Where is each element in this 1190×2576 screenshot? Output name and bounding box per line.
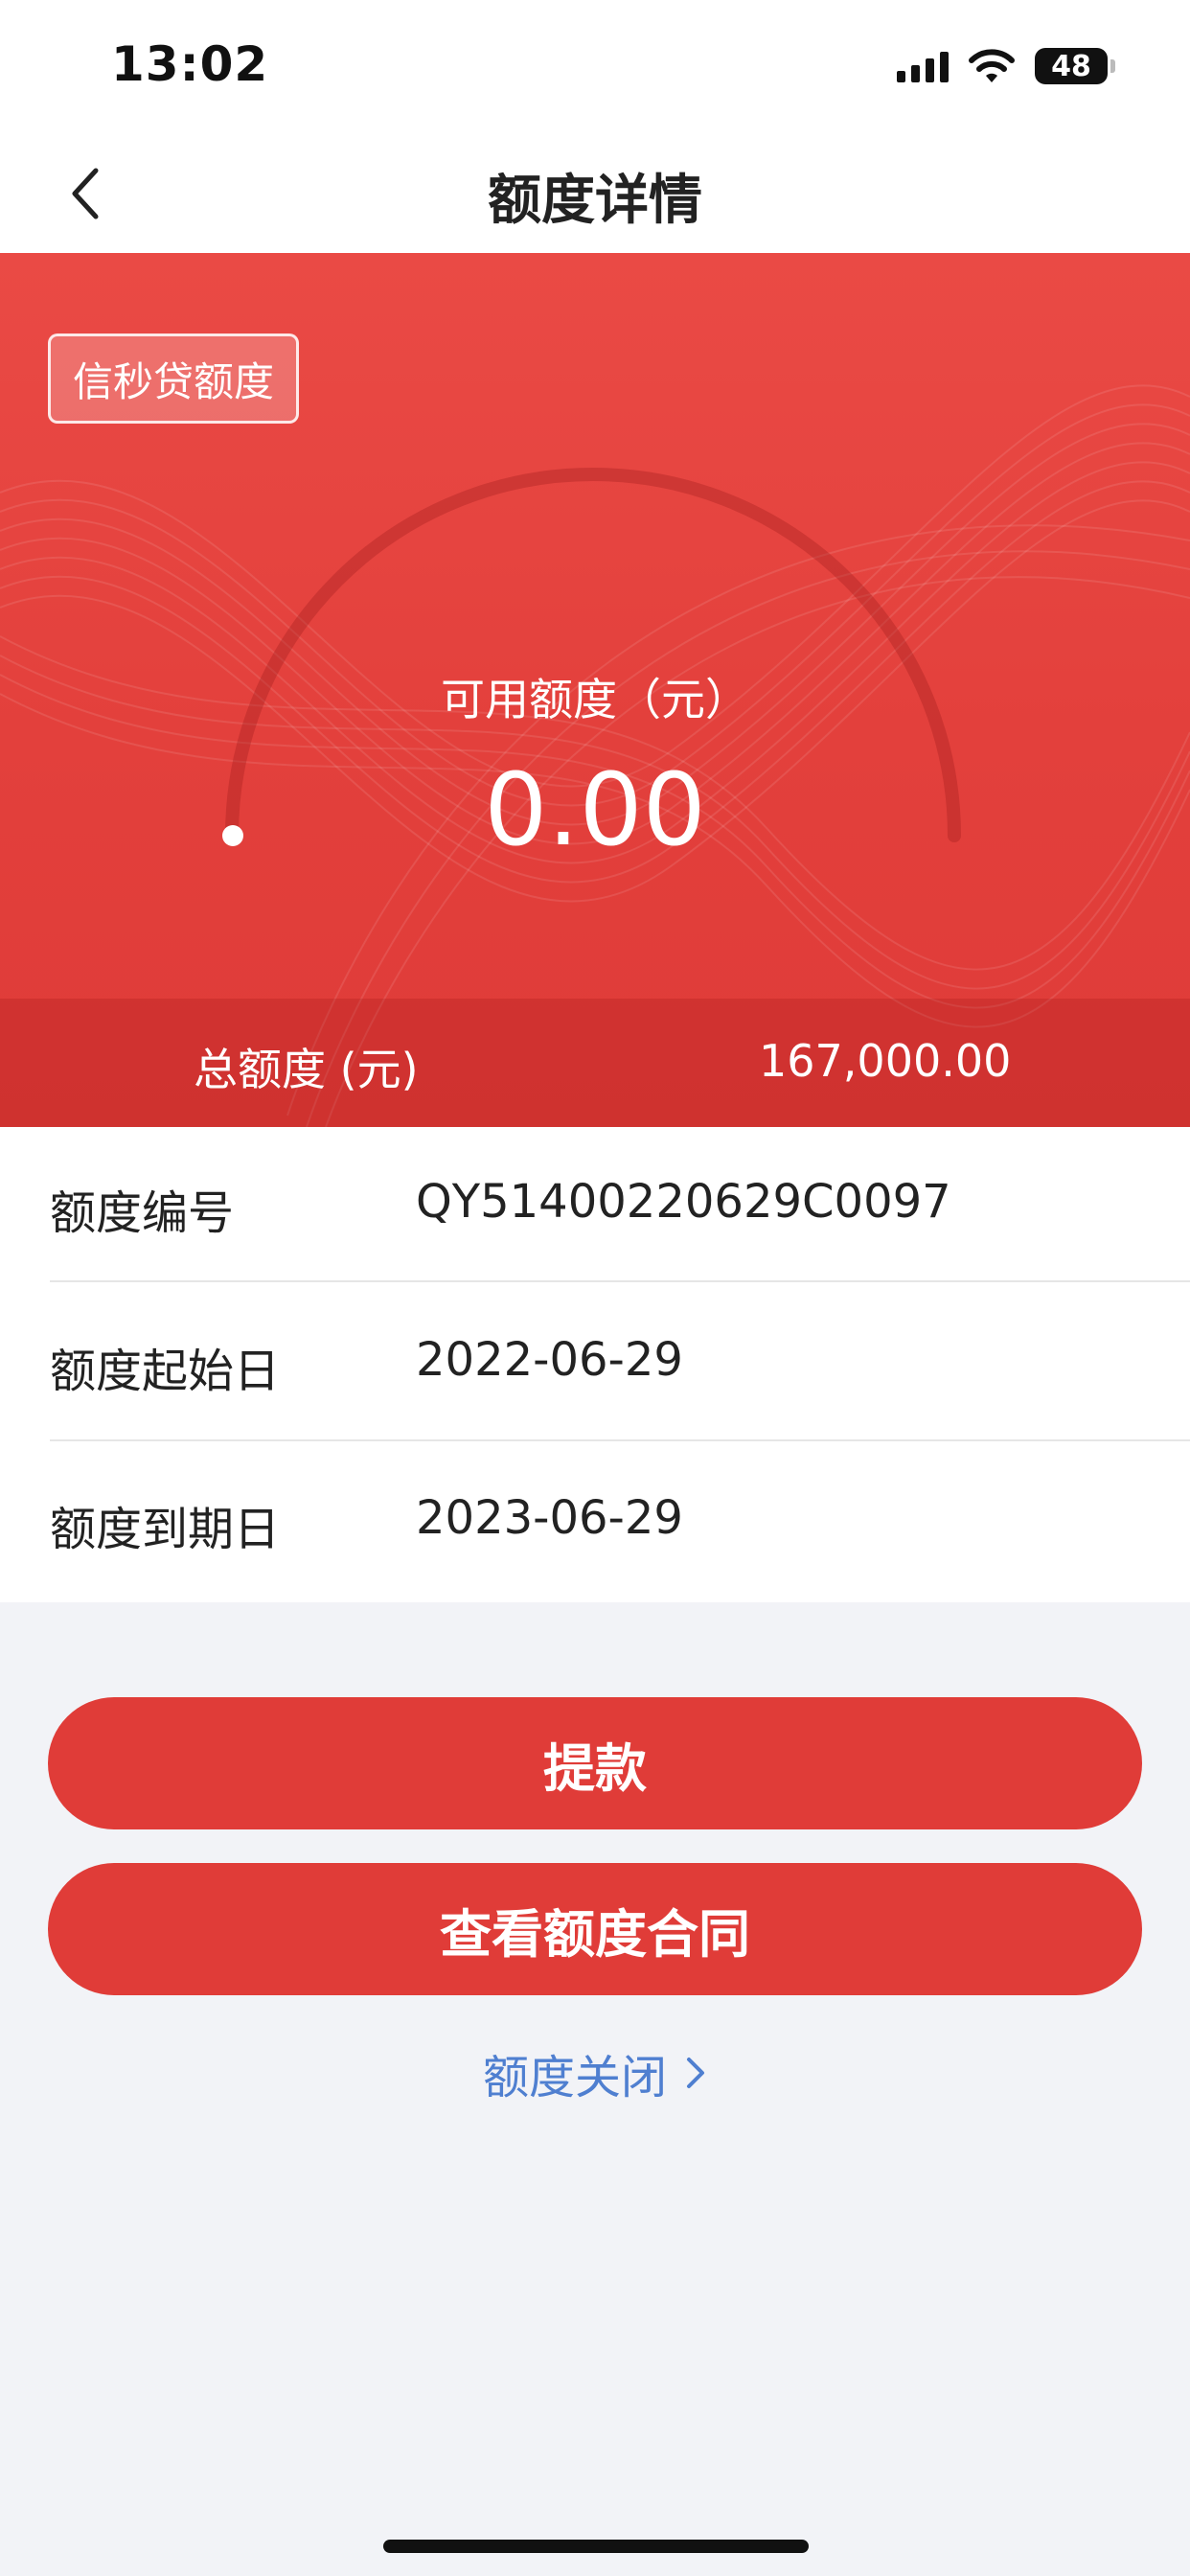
info-label: 额度起始日 — [50, 1345, 281, 1398]
available-limit-value: 0.00 — [484, 751, 706, 868]
divider — [50, 1439, 1190, 1441]
total-limit-value: 167,000.00 — [759, 1035, 1012, 1087]
status-time: 13:02 — [111, 36, 269, 92]
product-badge: 信秒贷额度 — [48, 334, 299, 424]
credit-limit-card: 信秒贷额度 可用额度（元） 0.00 总额度 (元) 167,000.00 — [0, 253, 1190, 1127]
info-value: 2022-06-29 — [416, 1333, 683, 1387]
page-title: 额度详情 — [488, 170, 702, 232]
nav-bar: 额度详情 — [0, 134, 1190, 253]
chevron-right-icon — [687, 2058, 704, 2088]
total-limit-label: 总额度 (元) — [194, 1044, 419, 1095]
status-icons: 48 — [897, 44, 1115, 88]
status-bar: 13:02 48 — [0, 0, 1190, 134]
close-limit-link[interactable]: 额度关闭 — [0, 2039, 1190, 2106]
signal-icon — [897, 50, 949, 82]
info-row-start-date: 额度起始日 2022-06-29 — [0, 1285, 1190, 1444]
withdraw-button[interactable]: 提款 — [48, 1697, 1142, 1829]
info-value: QY51400220629C0097 — [416, 1175, 951, 1229]
close-limit-label: 额度关闭 — [482, 2051, 667, 2104]
view-contract-button[interactable]: 查看额度合同 — [48, 1863, 1142, 1995]
home-indicator[interactable] — [383, 2540, 809, 2553]
total-limit-bar: 总额度 (元) 167,000.00 — [0, 999, 1190, 1127]
divider — [50, 1280, 1190, 1282]
wifi-icon — [969, 49, 1015, 82]
info-row-limit-number: 额度编号 QY51400220629C0097 — [0, 1127, 1190, 1286]
info-row-end-date: 额度到期日 2023-06-29 — [0, 1443, 1190, 1602]
limit-info-list: 额度编号 QY51400220629C0097 额度起始日 2022-06-29… — [0, 1127, 1190, 1602]
battery-icon: 48 — [1035, 48, 1108, 84]
battery-level: 48 — [1051, 49, 1091, 83]
info-value: 2023-06-29 — [416, 1491, 683, 1545]
info-label: 额度编号 — [50, 1186, 235, 1240]
available-limit-label: 可用额度（元） — [441, 674, 749, 725]
info-label: 额度到期日 — [50, 1503, 281, 1556]
